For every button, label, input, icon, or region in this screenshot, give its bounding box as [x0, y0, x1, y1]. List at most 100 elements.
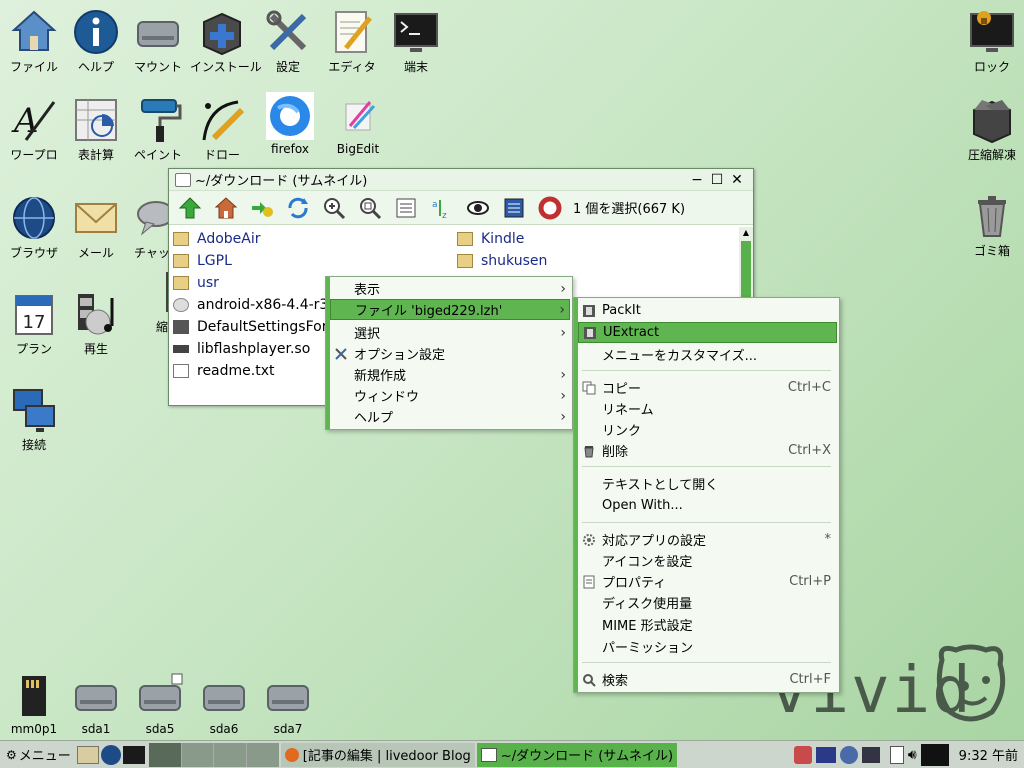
file-item[interactable]: libflashplayer.so	[173, 339, 310, 359]
desktop-icon-settings[interactable]: 設定	[256, 8, 320, 75]
desktop-icon-terminal[interactable]: 端末	[384, 8, 448, 75]
terminal-launcher-icon[interactable]	[122, 745, 145, 764]
desktop-icon-lock[interactable]: ロック	[960, 8, 1024, 75]
desktop-icon-wordprocessor[interactable]: A ワープロ	[2, 96, 66, 163]
menu-item-select[interactable]: 選択 ›	[330, 322, 570, 343]
file-item[interactable]: shukusen	[457, 251, 547, 271]
desktop-icon-archive[interactable]: 圧縮解凍	[960, 96, 1024, 163]
task-file-manager[interactable]: ~/ダウンロード (サムネイル)	[476, 742, 678, 767]
sort-az-icon[interactable]: az	[425, 194, 459, 222]
show-desktop-icon[interactable]	[76, 745, 99, 764]
desktop-icon-draw[interactable]: ドロー	[190, 96, 254, 163]
desktop-drive-sda5[interactable]: sda5	[128, 672, 192, 736]
menu-separator	[582, 522, 831, 523]
home-icon[interactable]	[209, 194, 243, 222]
desktop-icon-spreadsheet[interactable]: 表計算	[64, 96, 128, 163]
menu-item-rename[interactable]: リネーム	[578, 398, 837, 419]
menu-item-packit[interactable]: PackIt	[578, 300, 837, 321]
menu-item-disk-usage[interactable]: ディスク使用量	[578, 592, 837, 613]
desktop-drive-sda1[interactable]: sda1	[64, 672, 128, 736]
start-menu-label: メニュー	[18, 749, 71, 764]
minimize-button[interactable]: −	[687, 172, 707, 188]
menu-item-file[interactable]: ファイル 'biged229.lzh' ›	[330, 299, 570, 320]
chevron-right-icon: ›	[560, 387, 566, 404]
menu-item-customize[interactable]: メニューをカスタマイズ...	[578, 344, 837, 365]
desktop-icon-trash[interactable]: ゴミ箱	[960, 192, 1024, 259]
desktop-icon-firefox[interactable]: firefox	[258, 92, 322, 156]
terminal-icon	[392, 8, 440, 56]
workspace-2[interactable]	[182, 742, 215, 767]
desktop-icon-bigedit[interactable]: BigEdit	[326, 92, 390, 156]
desktop-icon-paint[interactable]: ペイント	[126, 96, 190, 163]
start-menu-button[interactable]: ⚙ メニュー	[2, 743, 75, 767]
file-item[interactable]: DefaultSettingsFor	[173, 317, 327, 337]
desktop-drive-sda7[interactable]: sda7	[256, 672, 320, 736]
menu-item-window[interactable]: ウィンドウ ›	[330, 385, 570, 406]
shield-icon[interactable]	[793, 745, 812, 764]
help-lifebuoy-icon[interactable]	[533, 194, 567, 222]
menu-item-view[interactable]: 表示 ›	[330, 278, 570, 299]
menu-item-uextract[interactable]: UExtract	[578, 322, 837, 343]
desktop-icon-install[interactable]: インストール	[190, 8, 262, 75]
menu-item-set-run-action[interactable]: 対応アプリの設定 *	[578, 529, 837, 550]
clock[interactable]: 9:32 午前	[959, 743, 1018, 767]
desktop-icon-editor[interactable]: エディタ	[320, 8, 384, 75]
refresh-icon[interactable]	[281, 194, 315, 222]
workspace-4[interactable]	[247, 743, 279, 767]
up-icon[interactable]	[173, 194, 207, 222]
file-item[interactable]: android-x86-4.4-r3.	[173, 295, 333, 315]
menu-item-find[interactable]: 検索 Ctrl+F	[578, 669, 837, 690]
menu-item-mime-type[interactable]: MIME 形式設定	[578, 614, 837, 635]
desktop-icon-help[interactable]: ヘルプ	[64, 8, 128, 75]
menu-item-permissions[interactable]: パーミッション	[578, 636, 837, 657]
show-hidden-icon[interactable]	[461, 194, 495, 222]
scroll-up-icon[interactable]: ▲	[739, 227, 753, 239]
menu-item-open-with[interactable]: Open With...	[578, 495, 837, 516]
bookmark-go-icon[interactable]	[245, 194, 279, 222]
desktop-icon-plan[interactable]: 17 プラン	[2, 290, 66, 357]
details-view-icon[interactable]	[389, 194, 423, 222]
window-titlebar[interactable]: ~/ダウンロード (サムネイル) − ☐ ✕	[169, 169, 753, 191]
menu-item-open-as-text[interactable]: テキストとして開く	[578, 473, 837, 494]
desktop-icon-files[interactable]: ファイル	[2, 8, 66, 75]
desktop-drive-mm0p1[interactable]: mm0p1	[2, 672, 66, 736]
file-item[interactable]: LGPL	[173, 251, 232, 271]
desktop-icon-media[interactable]: 再生	[64, 290, 128, 357]
menu-item-properties[interactable]: プロパティ Ctrl+P	[578, 571, 837, 592]
file-item[interactable]: usr	[173, 273, 219, 293]
workspace-switcher[interactable]	[148, 742, 279, 767]
file-item[interactable]: AdobeAir	[173, 229, 261, 249]
close-button[interactable]: ✕	[727, 172, 747, 188]
network-status-icon[interactable]	[839, 745, 858, 764]
display-icon[interactable]	[861, 746, 880, 763]
file-item[interactable]: Kindle	[457, 229, 524, 249]
zoom-fit-icon[interactable]	[353, 194, 387, 222]
list-view-icon[interactable]	[497, 194, 531, 222]
task-blog-editor[interactable]: [記事の編集 | livedoor Blog	[280, 742, 475, 767]
desktop-icon-connect[interactable]: 接続	[2, 386, 66, 453]
desktop-icon-mount[interactable]: マウント	[126, 8, 190, 75]
sdcard-icon	[10, 672, 58, 720]
browser-launcher-icon[interactable]	[100, 744, 121, 765]
scrollbar-thumb[interactable]	[741, 241, 751, 299]
file-item[interactable]: readme.txt	[173, 361, 275, 381]
menu-item-copy[interactable]: コピー Ctrl+C	[578, 377, 837, 398]
zoom-in-icon[interactable]	[317, 194, 351, 222]
menu-item-delete[interactable]: 削除 Ctrl+X	[578, 440, 837, 461]
menu-item-options[interactable]: オプション設定	[330, 343, 570, 364]
workspace-1[interactable]	[148, 742, 182, 767]
keyboard-icon[interactable]	[815, 746, 836, 763]
menu-item-link[interactable]: リンク	[578, 419, 837, 440]
desktop-drive-sda6[interactable]: sda6	[192, 672, 256, 736]
menu-item-new[interactable]: 新規作成 ›	[330, 364, 570, 385]
trash-icon	[580, 443, 598, 459]
menu-item-set-icon[interactable]: アイコンを設定	[578, 550, 837, 571]
clipboard-icon[interactable]	[889, 745, 904, 764]
workspace-3[interactable]	[214, 742, 248, 767]
install-box-icon	[198, 8, 246, 56]
desktop-icon-mail[interactable]: メール	[64, 194, 128, 261]
menu-item-help[interactable]: ヘルプ ›	[330, 406, 570, 427]
desktop-icon-browser[interactable]: ブラウザ	[2, 194, 66, 261]
maximize-button[interactable]: ☐	[707, 172, 727, 188]
volume-icon[interactable]: 🔊︎	[908, 743, 917, 767]
